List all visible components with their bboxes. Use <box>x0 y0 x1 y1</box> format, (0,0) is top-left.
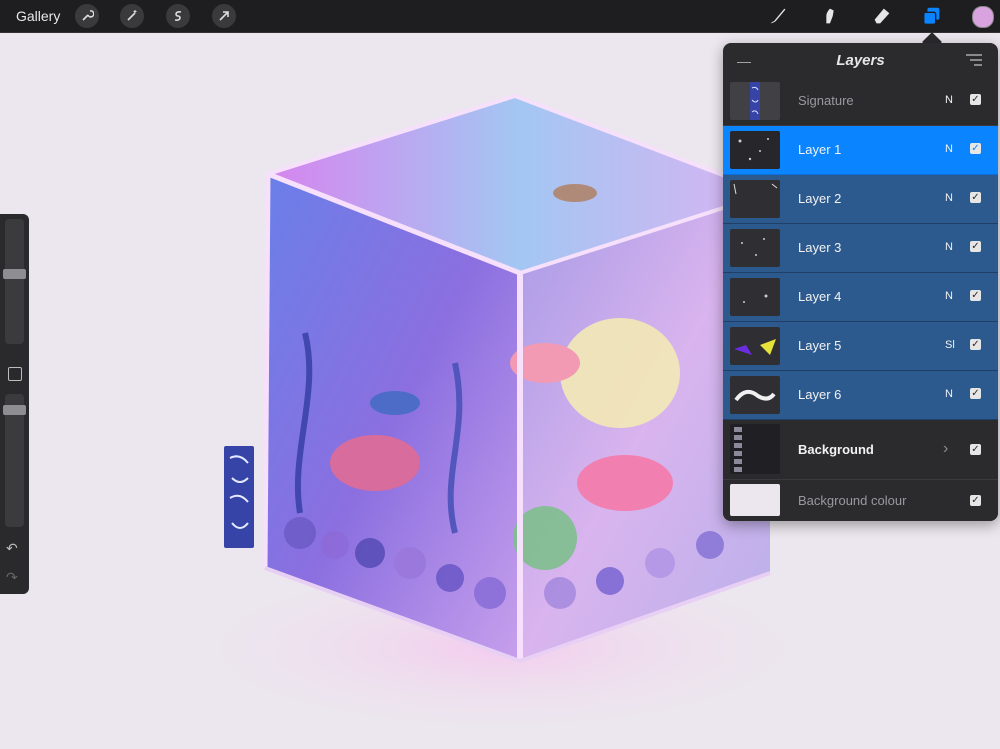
left-sidebar: ↶ ↷ <box>0 214 29 594</box>
layer-row-layer-1[interactable]: Layer 1 N ✓ <box>723 126 998 175</box>
visibility-checkbox[interactable]: ✓ <box>970 94 981 105</box>
blend-mode[interactable]: N <box>945 290 953 302</box>
layer-row-signature[interactable]: Signature N ✓ <box>723 77 998 126</box>
modify-square-icon[interactable] <box>8 367 22 381</box>
visibility-checkbox[interactable]: ✓ <box>970 388 981 399</box>
brush-size-knob[interactable] <box>3 269 26 279</box>
magic-wand-icon[interactable] <box>120 4 144 28</box>
redo-icon[interactable]: ↷ <box>6 569 18 586</box>
layer-thumbnail <box>730 131 780 169</box>
layer-name: Signature <box>798 93 854 108</box>
background-colour-swatch <box>730 484 780 516</box>
layer-thumbnail <box>730 376 780 414</box>
layer-name: Layer 6 <box>798 387 842 402</box>
layers-panel-header: — Layers <box>723 43 998 77</box>
group-name: Background <box>798 442 874 457</box>
visibility-checkbox[interactable]: ✓ <box>970 192 981 203</box>
selection-s-icon[interactable] <box>166 4 190 28</box>
eraser-icon[interactable] <box>870 4 894 28</box>
wrench-icon[interactable] <box>75 4 99 28</box>
layer-row-background-colour[interactable]: Background colour ✓ <box>723 480 998 521</box>
blend-mode[interactable]: N <box>945 192 953 204</box>
visibility-checkbox[interactable]: ✓ <box>970 241 981 252</box>
layer-name: Layer 3 <box>798 240 842 255</box>
gallery-button[interactable]: Gallery <box>16 8 60 24</box>
visibility-checkbox[interactable]: ✓ <box>970 143 981 154</box>
layer-group-background[interactable]: Background › ✓ <box>723 420 998 480</box>
brush-size-slider[interactable] <box>5 219 24 344</box>
layer-row-layer-3[interactable]: Layer 3 N ✓ <box>723 224 998 273</box>
visibility-checkbox[interactable]: ✓ <box>970 290 981 301</box>
layer-thumbnail <box>730 82 780 120</box>
layer-row-layer-5[interactable]: Layer 5 Sl ✓ <box>723 322 998 371</box>
blend-mode[interactable]: N <box>945 143 953 155</box>
undo-icon[interactable]: ↶ <box>6 540 18 557</box>
smudge-icon[interactable] <box>818 4 842 28</box>
layers-panel-title: Layers <box>836 52 885 69</box>
layer-row-layer-2[interactable]: Layer 2 N ✓ <box>723 175 998 224</box>
top-toolbar: Gallery <box>0 0 1000 33</box>
color-picker-swatch[interactable] <box>972 6 994 28</box>
brush-icon[interactable] <box>766 4 790 28</box>
opacity-knob[interactable] <box>3 405 26 415</box>
layer-thumbnail <box>730 180 780 218</box>
blend-mode[interactable]: Sl <box>945 339 955 351</box>
layer-name: Layer 1 <box>798 142 842 157</box>
layer-thumbnail <box>730 278 780 316</box>
group-thumbnail <box>730 424 780 474</box>
layer-options-icon[interactable] <box>965 54 983 66</box>
layer-name: Layer 4 <box>798 289 842 304</box>
signature-stamp <box>224 446 254 548</box>
blend-mode[interactable]: N <box>945 388 953 400</box>
visibility-checkbox[interactable]: ✓ <box>970 495 981 506</box>
layer-row-layer-4[interactable]: Layer 4 N ✓ <box>723 273 998 322</box>
layer-thumbnail <box>730 327 780 365</box>
transform-arrow-icon[interactable] <box>212 4 236 28</box>
chevron-right-icon[interactable]: › <box>943 440 948 458</box>
visibility-checkbox[interactable]: ✓ <box>970 339 981 350</box>
layer-row-layer-6[interactable]: Layer 6 N ✓ <box>723 371 998 420</box>
layer-name: Layer 5 <box>798 338 842 353</box>
layer-name: Layer 2 <box>798 191 842 206</box>
layers-panel: — Layers Signature N ✓ Layer 1 N ✓ Layer… <box>723 43 998 521</box>
visibility-checkbox[interactable]: ✓ <box>970 444 981 455</box>
blend-mode[interactable]: N <box>945 241 953 253</box>
layer-thumbnail <box>730 229 780 267</box>
layer-name: Background colour <box>798 493 907 508</box>
blend-mode[interactable]: N <box>945 94 953 106</box>
layers-icon[interactable] <box>920 4 944 28</box>
